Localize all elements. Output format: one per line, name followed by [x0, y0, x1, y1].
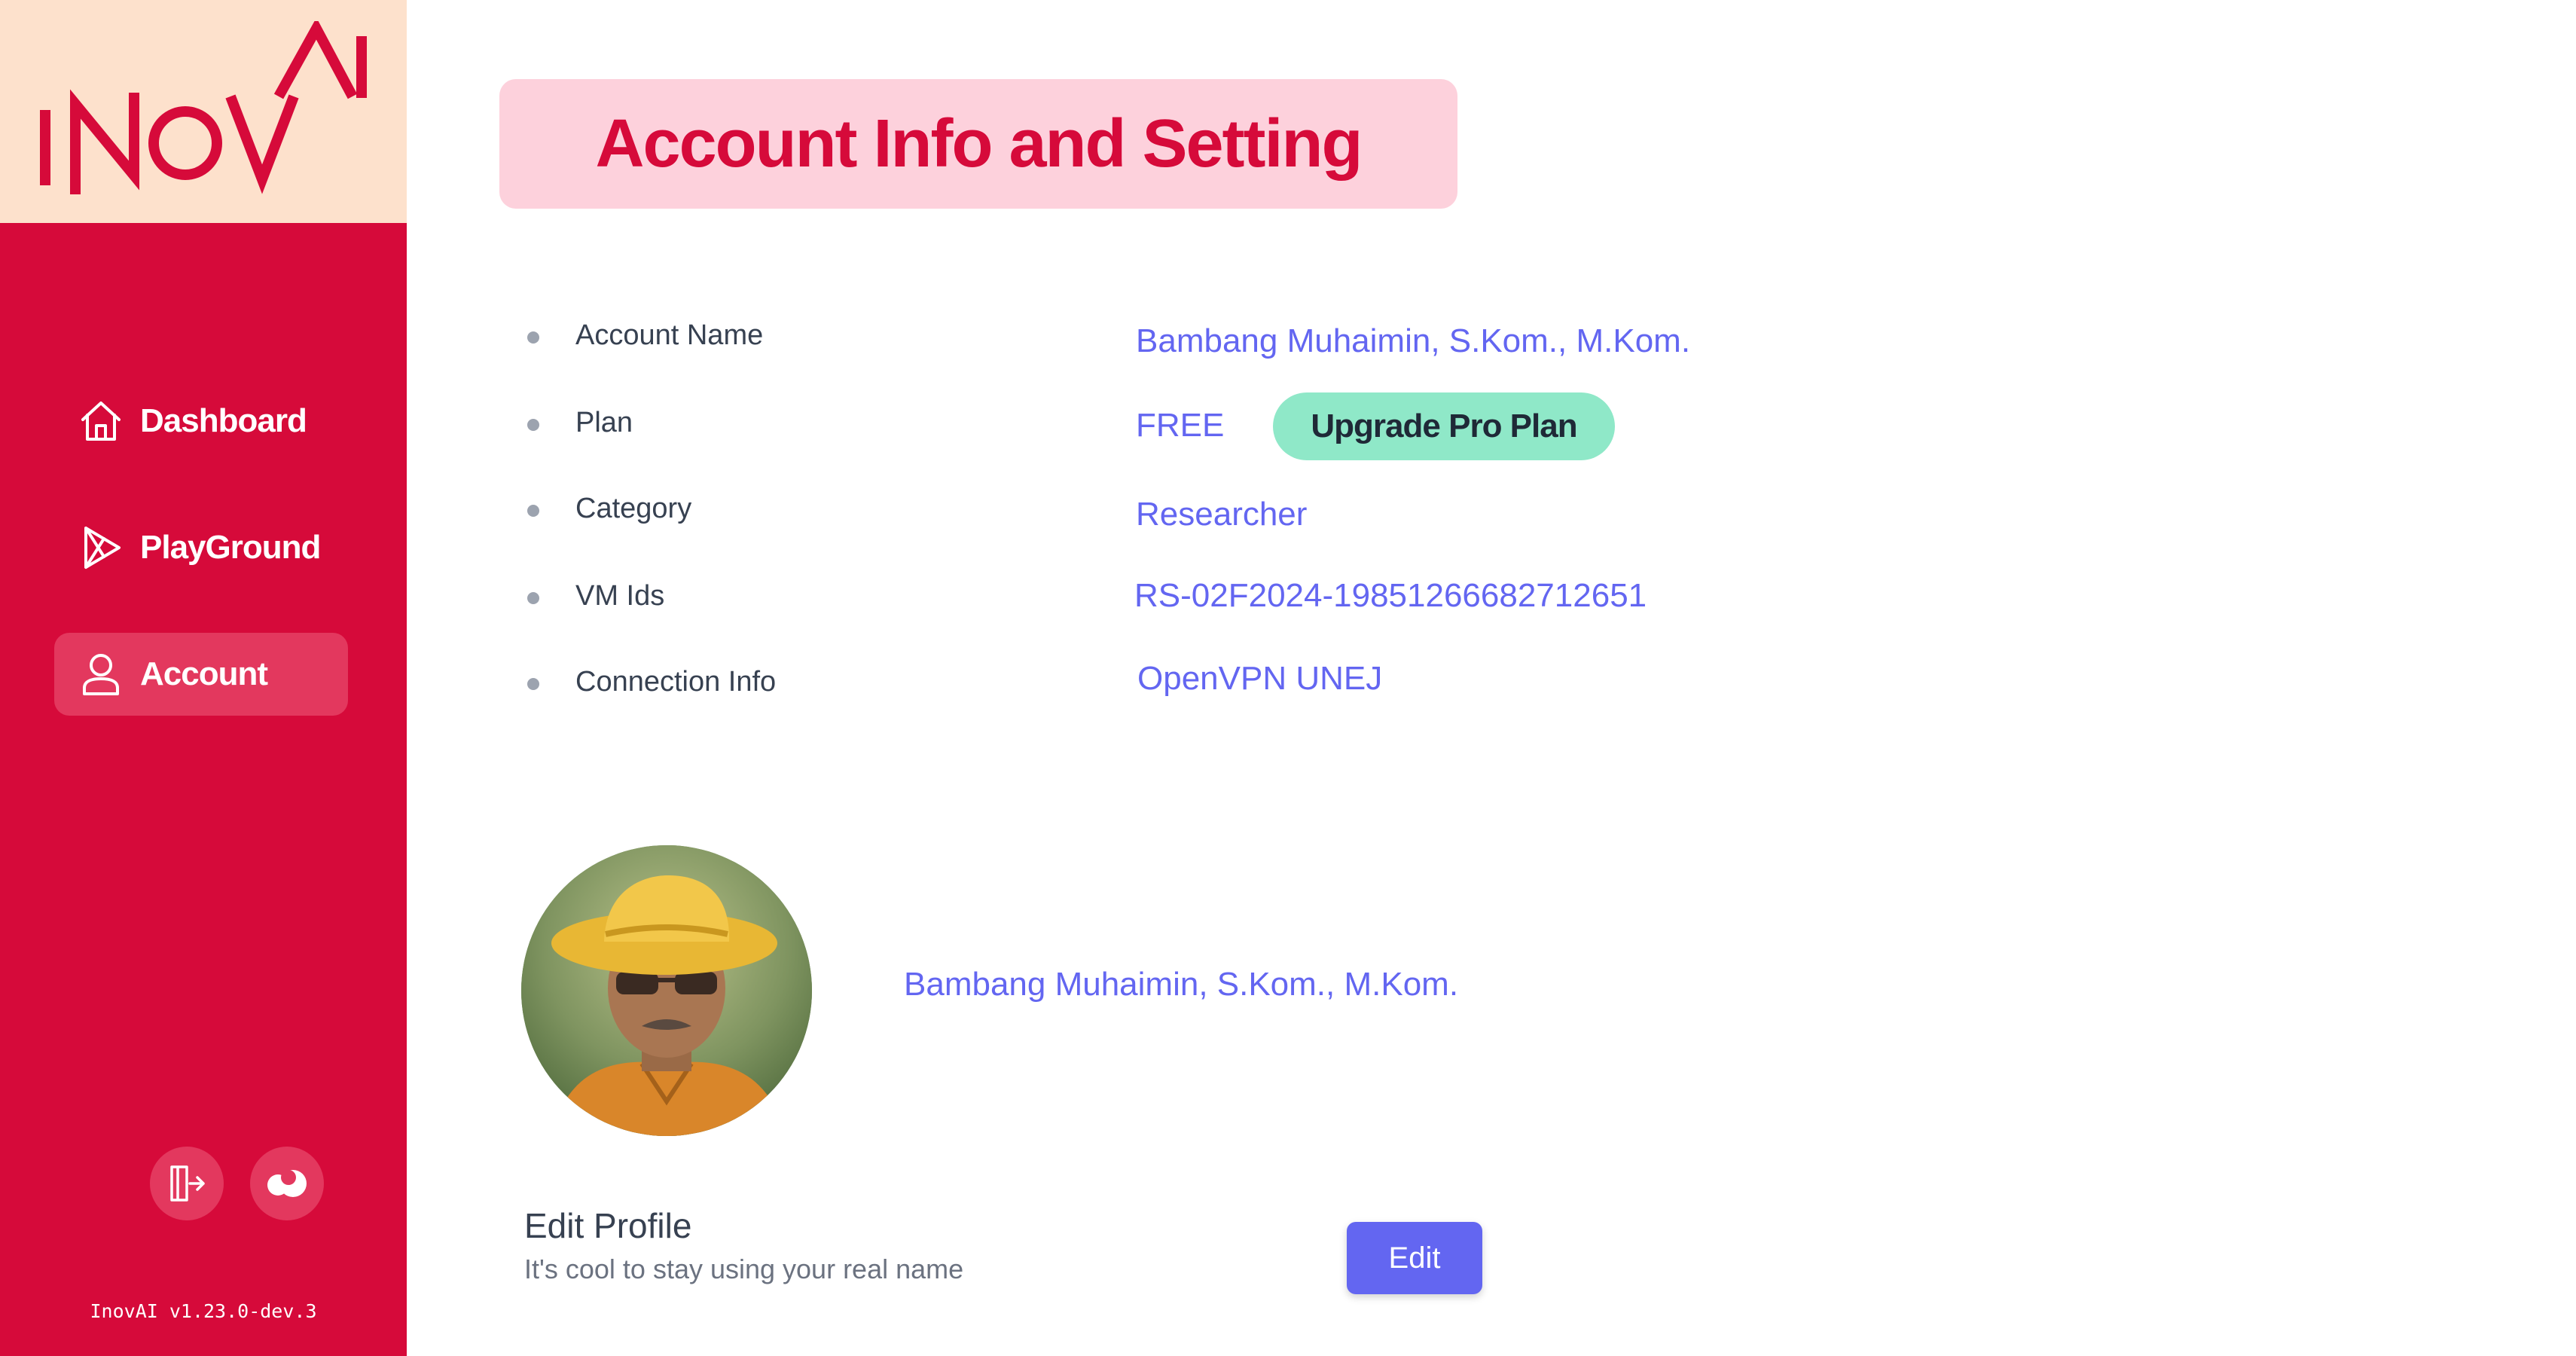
sidebar-item-label: Account: [140, 655, 268, 692]
avatar-photo: [521, 845, 812, 1136]
account-name-label: Account Name: [575, 319, 764, 351]
upgrade-pro-button[interactable]: Upgrade Pro Plan: [1273, 392, 1615, 460]
bullet-icon: [527, 592, 539, 604]
connection-info-label: Connection Info: [575, 666, 777, 698]
sidebar-item-dashboard[interactable]: Dashboard: [54, 380, 348, 463]
inovai-logo: [40, 21, 367, 194]
logout-icon: [170, 1165, 205, 1202]
sidebar-item-label: Dashboard: [140, 402, 307, 439]
page-title: Account Info and Setting: [595, 105, 1363, 182]
avatar: [521, 845, 812, 1136]
bullet-icon: [527, 331, 539, 344]
title-box: Account Info and Setting: [499, 79, 1457, 209]
sidebar-item-playground[interactable]: PlayGround: [54, 506, 348, 589]
sidebar: Dashboard PlayGround Account InovAI v1.2…: [0, 0, 407, 1356]
category-label: Category: [575, 493, 692, 524]
home-icon: [81, 402, 121, 441]
sidebar-item-label: PlayGround: [140, 529, 321, 566]
account-name-value: Bambang Muhaimin, S.Kom., M.Kom.: [1136, 322, 1691, 359]
version-label: InovAI v1.23.0-dev.3: [90, 1300, 317, 1322]
sidebar-item-account[interactable]: Account: [54, 633, 348, 716]
category-value: Researcher: [1136, 496, 1308, 533]
edit-profile-subtitle: It's cool to stay using your real name: [524, 1254, 964, 1284]
logout-button[interactable]: [150, 1147, 224, 1220]
bullet-icon: [527, 678, 539, 690]
bullet-icon: [527, 419, 539, 431]
plan-label: Plan: [575, 407, 633, 438]
theme-toggle-icon: [267, 1170, 307, 1197]
profile-name: Bambang Muhaimin, S.Kom., M.Kom.: [904, 966, 1459, 1003]
theme-toggle-button[interactable]: [250, 1147, 324, 1220]
plan-value: FREE: [1136, 407, 1225, 444]
edit-profile-title: Edit Profile: [524, 1206, 692, 1245]
play-icon: [84, 527, 121, 569]
bullet-icon: [527, 505, 539, 517]
vm-ids-label: VM Ids: [575, 580, 665, 612]
connection-info-value: OpenVPN UNEJ: [1137, 660, 1383, 697]
logo-area: [0, 0, 407, 223]
edit-profile-button[interactable]: Edit: [1347, 1222, 1482, 1294]
vm-ids-value: RS-02F2024-19851266682712651: [1134, 577, 1647, 614]
user-icon: [83, 654, 119, 695]
